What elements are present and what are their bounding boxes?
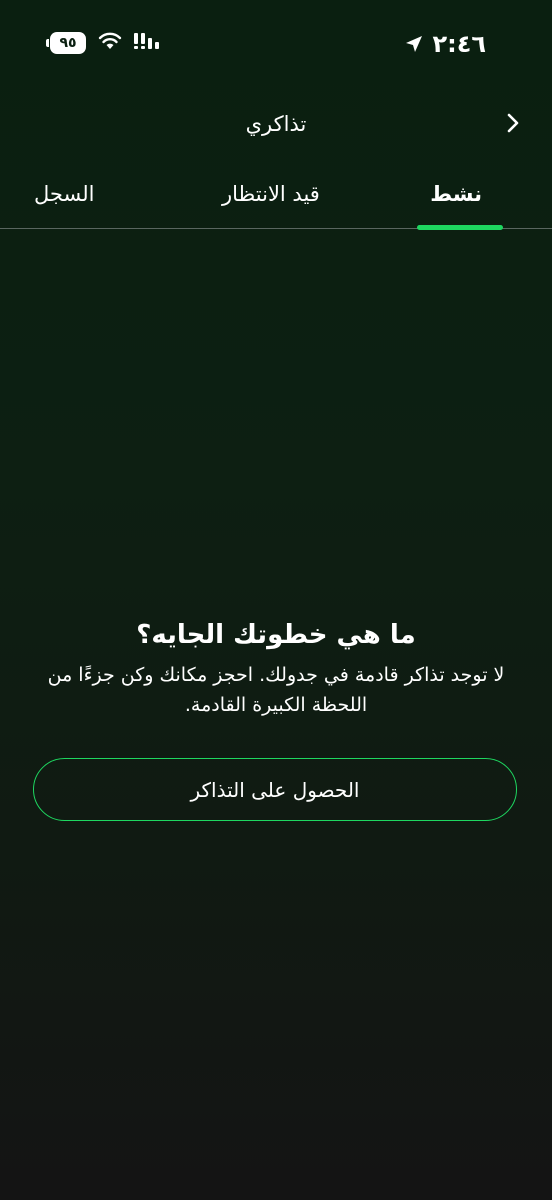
status-time: ٢:٤٦ bbox=[432, 30, 486, 58]
battery-level: ٩٥ bbox=[59, 35, 77, 51]
wifi-icon bbox=[98, 32, 122, 54]
location-arrow-icon bbox=[404, 34, 424, 54]
header: تذاكري bbox=[0, 100, 552, 150]
back-button[interactable] bbox=[498, 110, 528, 140]
empty-state-title: ما هي خطوتك الجايه؟ bbox=[136, 620, 416, 650]
tab-history[interactable]: السجل bbox=[34, 182, 94, 206]
tab-active[interactable]: نشط bbox=[430, 182, 482, 206]
get-tickets-button[interactable]: الحصول على التذاكر bbox=[33, 758, 517, 821]
empty-state: ما هي خطوتك الجايه؟ لا توجد تذاكر قادمة … bbox=[0, 620, 552, 720]
active-tab-indicator bbox=[417, 225, 503, 230]
chevron-right-icon bbox=[505, 111, 521, 139]
page-title: تذاكري bbox=[245, 112, 307, 136]
empty-state-message: لا توجد تذاكر قادمة في جدولك. احجز مكانك… bbox=[47, 664, 505, 716]
tab-pending[interactable]: قيد الانتظار bbox=[222, 182, 320, 206]
battery-icon: ٩٥ bbox=[46, 32, 86, 54]
status-time-group: ٢:٤٦ bbox=[404, 30, 486, 58]
status-bar: ٢:٤٦ ٩٥ bbox=[0, 0, 552, 90]
status-indicators: ٩٥ bbox=[46, 32, 162, 54]
signal-icon bbox=[134, 32, 162, 54]
tab-bar: نشط قيد الانتظار السجل bbox=[0, 168, 552, 230]
